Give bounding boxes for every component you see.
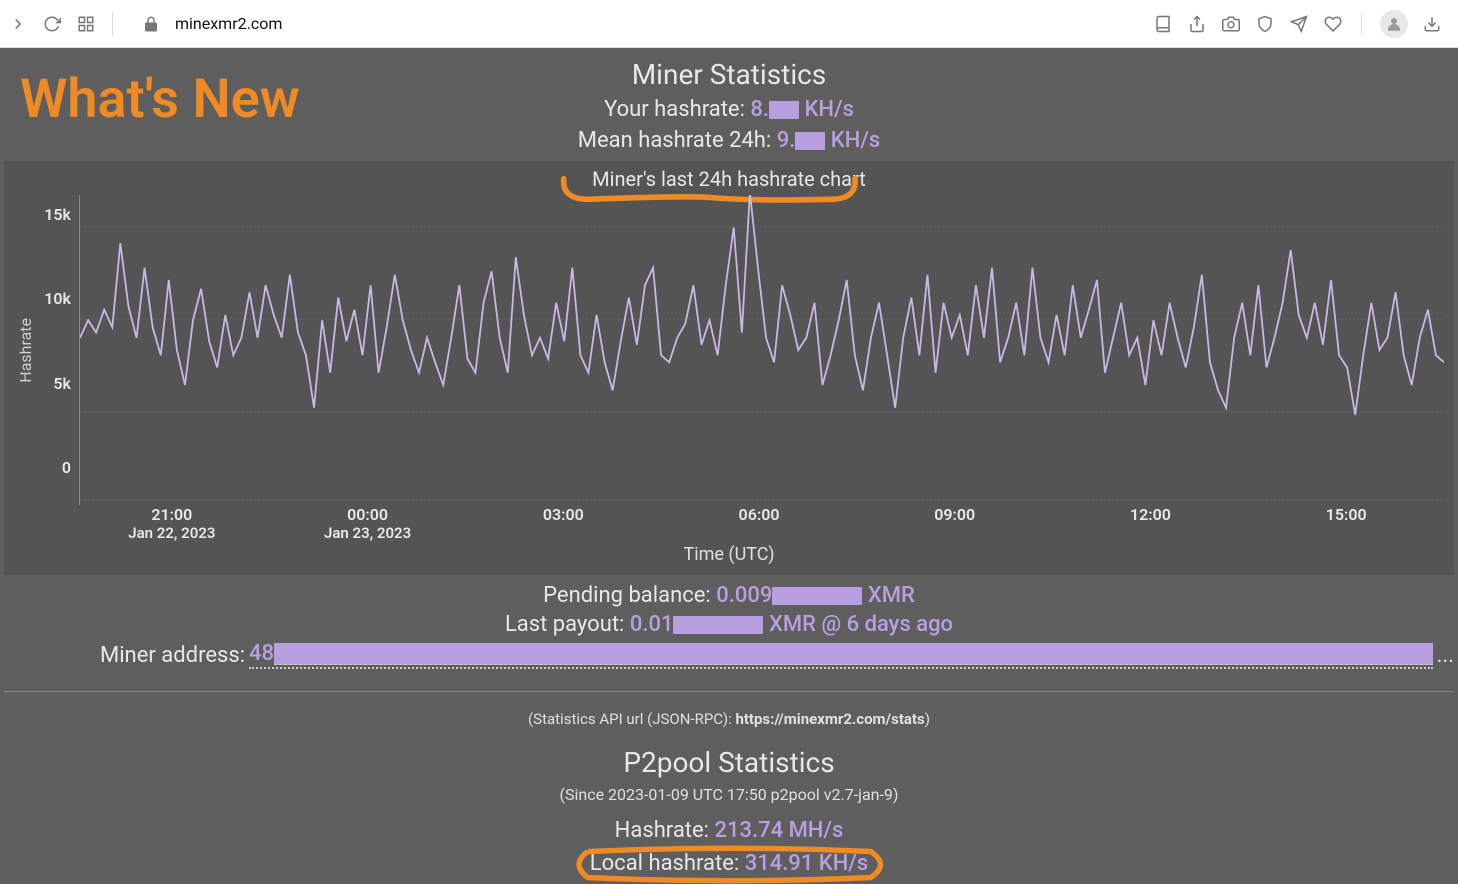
- reload-icon[interactable]: [42, 14, 62, 34]
- redacted-value: [772, 587, 862, 605]
- x-tick: 03:00: [465, 505, 661, 542]
- shield-icon[interactable]: [1255, 14, 1275, 34]
- redacted-value: [795, 132, 825, 150]
- reader-icon[interactable]: [1153, 14, 1173, 34]
- x-tick: 09:00: [857, 505, 1053, 542]
- your-hashrate-label: Your hashrate:: [604, 97, 745, 122]
- download-icon[interactable]: [1422, 14, 1442, 34]
- x-tick: 06:00: [661, 505, 857, 542]
- mean-hashrate-value: 9. KH/s: [777, 128, 881, 153]
- redacted-value: [673, 616, 763, 634]
- redacted-value: [274, 643, 1433, 665]
- x-tick: 21:00Jan 22, 2023: [74, 505, 270, 542]
- url-text[interactable]: minexmr2.com: [175, 14, 282, 33]
- share-icon[interactable]: [1187, 14, 1207, 34]
- heart-icon[interactable]: [1323, 14, 1343, 34]
- pending-balance-row: Pending balance: 0.009 XMR: [0, 583, 1458, 608]
- section-divider: [4, 691, 1454, 692]
- y-axis-ticks: 15k 10k 5k 0: [37, 195, 79, 505]
- mean-hashrate-row: Mean hashrate 24h: 9. KH/s: [0, 128, 1458, 153]
- forward-icon[interactable]: [8, 14, 28, 34]
- address-truncation: ...: [1433, 643, 1458, 668]
- hashrate-chart: Miner's last 24h hashrate chart Hashrate…: [4, 161, 1454, 575]
- last-payout-row: Last payout: 0.01 XMR @ 6 days ago: [0, 612, 1458, 637]
- p2pool-since: (Since 2023-01-09 UTC 17:50 p2pool v2.7-…: [0, 785, 1458, 804]
- camera-icon[interactable]: [1221, 14, 1241, 34]
- api-url-link[interactable]: https://minexmr2.com/stats: [735, 710, 924, 728]
- send-icon[interactable]: [1289, 14, 1309, 34]
- browser-toolbar: minexmr2.com: [0, 0, 1458, 48]
- apps-icon[interactable]: [76, 14, 96, 34]
- y-axis-label: Hashrate: [14, 318, 37, 383]
- profile-avatar[interactable]: [1380, 10, 1408, 38]
- mean-hashrate-label: Mean hashrate 24h:: [578, 128, 772, 153]
- x-axis-label: Time (UTC): [14, 544, 1444, 565]
- p2pool-hashrate-row: Hashrate: 213.74 MH/s: [0, 818, 1458, 843]
- p2pool-local-hashrate-row: Local hashrate: 314.91 KH/s: [0, 849, 1458, 878]
- chart-subtitle: Miner's last 24h hashrate chart: [580, 165, 878, 193]
- miner-address-row: Miner address: 48 ...: [0, 641, 1458, 669]
- redacted-value: [769, 101, 799, 119]
- plot-area[interactable]: [79, 195, 1444, 505]
- x-tick: 15:00: [1248, 505, 1444, 542]
- x-axis-ticks: 21:00Jan 22, 202300:00Jan 23, 202303:000…: [74, 505, 1444, 542]
- whats-new-heading[interactable]: What's New: [20, 68, 300, 131]
- p2pool-title: P2pool Statistics: [0, 746, 1458, 779]
- miner-address-value[interactable]: 48: [249, 641, 1433, 669]
- api-note: (Statistics API url (JSON-RPC): https://…: [0, 710, 1458, 728]
- annotation-circle: [566, 845, 892, 884]
- x-tick: 00:00Jan 23, 2023: [270, 505, 466, 542]
- lock-icon[interactable]: [141, 14, 161, 34]
- x-tick: 12:00: [1053, 505, 1249, 542]
- your-hashrate-value: 8. KH/s: [750, 97, 854, 122]
